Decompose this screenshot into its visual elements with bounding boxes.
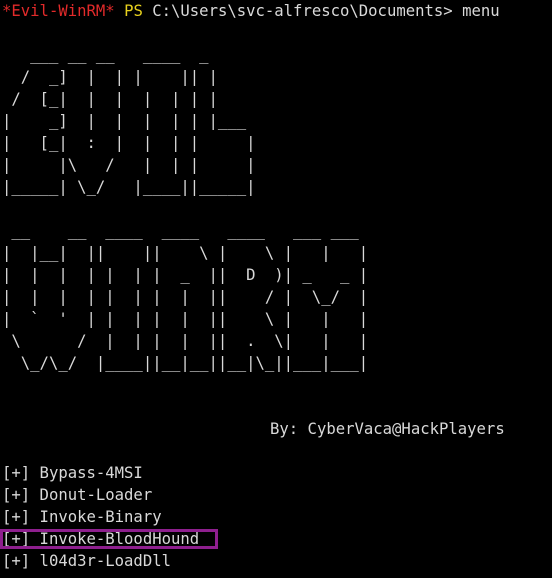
author-credit: By: CyberVaca@HackPlayers: [270, 420, 505, 438]
menu-item-bypass-4msi[interactable]: [+] Bypass-4MSI: [2, 462, 199, 484]
ps-tag: PS: [124, 2, 143, 20]
menu-item-invoke-binary[interactable]: [+] Invoke-Binary: [2, 506, 199, 528]
winrm-ascii-banner: __ __ ____ ____ ____ ___ ___ | |__| || |…: [2, 222, 369, 372]
menu-item-l04d3r-loaddll[interactable]: [+] l04d3r-LoadDll: [2, 550, 199, 572]
evil-ascii-banner: ___ __ __ ____ _ / _] | | | || | / [_| |…: [2, 46, 256, 196]
menu-list: [+] Bypass-4MSI [+] Donut-Loader [+] Inv…: [0, 462, 219, 572]
prompt-line: *Evil-WinRM* PS C:\Users\svc-alfresco\Do…: [2, 0, 500, 22]
terminal-window[interactable]: *Evil-WinRM* PS C:\Users\svc-alfresco\Do…: [0, 0, 550, 578]
menu-item-donut-loader[interactable]: [+] Donut-Loader: [2, 484, 199, 506]
evil-winrm-tag: *Evil-WinRM*: [2, 2, 115, 20]
menu-item-invoke-bloodhound[interactable]: [+] Invoke-BloodHound: [0, 528, 219, 550]
prompt-path: C:\Users\svc-alfresco\Documents>: [152, 2, 453, 20]
typed-command: menu: [462, 2, 500, 20]
